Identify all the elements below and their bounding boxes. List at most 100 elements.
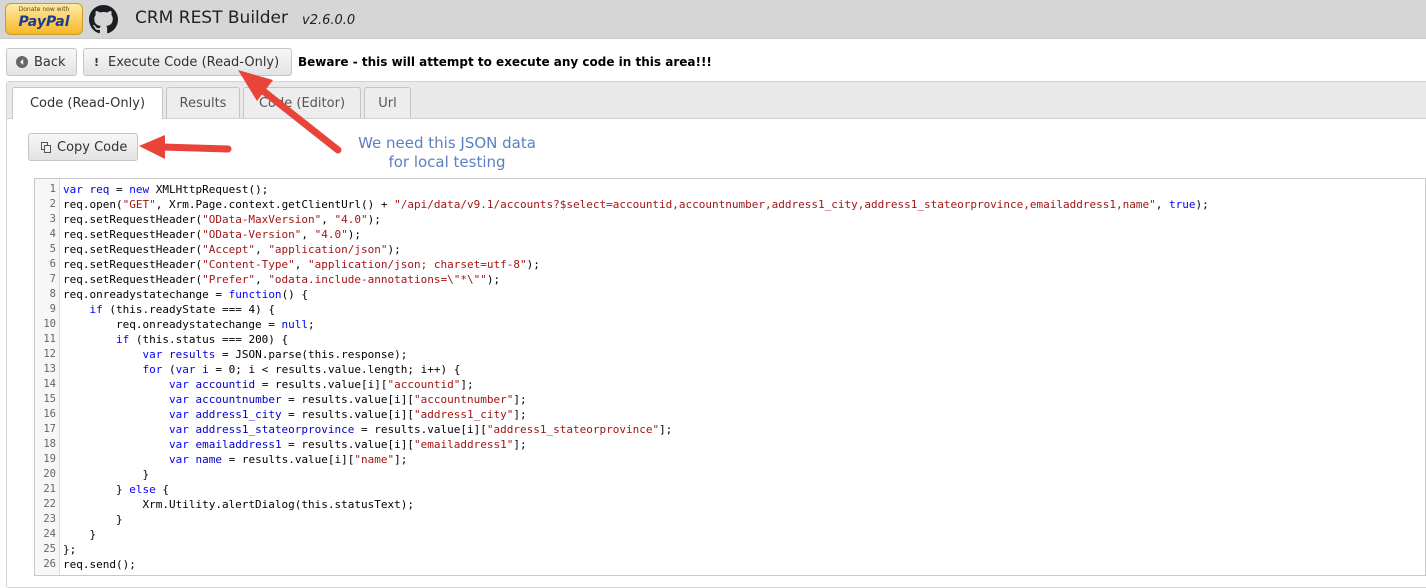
code-line-text: } (63, 468, 150, 481)
app-version: v2.6.0.0 (302, 13, 356, 28)
line-number: 26 (43, 558, 56, 570)
code-line-text: } else { (63, 483, 169, 496)
tab-code-editor[interactable]: Code (Editor) (243, 87, 361, 118)
tab-results[interactable]: Results (166, 87, 240, 118)
annotation-line-1: We need this JSON data (358, 134, 536, 152)
line-number: 21 (43, 483, 56, 495)
code-line: 2 req.open("GET", Xrm.Page.context.getCli… (35, 197, 1425, 212)
code-line: 10 req.onreadystatechange = null; (35, 317, 1425, 332)
code-line: 14 var accountid = results.value[i]["acc… (35, 377, 1425, 392)
code-line-text: Xrm.Utility.alertDialog(this.statusText)… (63, 498, 414, 511)
back-arrow-icon (16, 56, 28, 68)
paypal-logo: PayPal (18, 14, 70, 30)
annotation-note: We need this JSON data for local testing (347, 134, 547, 172)
line-number: 12 (43, 348, 56, 360)
line-number: 23 (43, 513, 56, 525)
line-number: 9 (49, 303, 56, 315)
line-number: 1 (49, 183, 56, 195)
line-number: 20 (43, 468, 56, 480)
tab-code-read-only[interactable]: Code (Read-Only) (12, 87, 163, 119)
alert-icon: ! (94, 55, 100, 69)
line-number: 13 (43, 363, 56, 375)
code-line: 26 req.send(); (35, 557, 1425, 572)
code-line: 23 } (35, 512, 1425, 527)
line-number: 16 (43, 408, 56, 420)
line-number: 6 (49, 258, 56, 270)
code-line-text: var address1_city = results.value[i]["ad… (168, 408, 527, 421)
line-number: 24 (43, 528, 56, 540)
execute-button-label: Execute Code (Read-Only) (108, 54, 280, 70)
back-button[interactable]: Back (6, 48, 77, 76)
code-line: 22 Xrm.Utility.alertDialog(this.statusTe… (35, 497, 1425, 512)
code-line: 3 req.setRequestHeader("OData-MaxVersion"… (35, 212, 1425, 227)
code-line: 13 for (var i = 0; i < results.value.len… (35, 362, 1425, 377)
code-line-text: var req = new XMLHttpRequest(); (63, 183, 269, 196)
code-line: 9 if (this.readyState === 4) { (35, 302, 1425, 317)
copy-code-label: Copy Code (57, 139, 128, 155)
paypal-donate-text: Donate now with (18, 6, 70, 13)
code-line: 16 var address1_city = results.value[i][… (35, 407, 1425, 422)
line-number: 4 (49, 228, 56, 240)
code-line-text: req.onreadystatechange = function() { (63, 288, 309, 301)
code-line-text: req.setRequestHeader("Accept", "applicat… (63, 243, 401, 256)
copy-code-button[interactable]: Copy Code (28, 133, 138, 161)
line-number: 3 (49, 213, 56, 225)
line-number: 14 (43, 378, 56, 390)
code-line-text: var address1_stateorprovince = results.v… (168, 423, 673, 436)
tab-label: Code (Editor) (258, 95, 346, 111)
code-line-text: req.setRequestHeader("Content-Type", "ap… (63, 258, 540, 271)
code-line: 25}; (35, 542, 1425, 557)
code-line: 4 req.setRequestHeader("OData-Version", "… (35, 227, 1425, 242)
tab-label: Results (179, 95, 227, 111)
code-line: 20 } (35, 467, 1425, 482)
code-line: 6 req.setRequestHeader("Content-Type", "a… (35, 257, 1425, 272)
line-number: 2 (49, 198, 56, 210)
code-line: 7 req.setRequestHeader("Prefer", "odata.i… (35, 272, 1425, 287)
tab-label: Code (Read-Only) (29, 96, 146, 111)
code-line-text: var accountid = results.value[i]["accoun… (168, 378, 474, 391)
code-line-text: req.setRequestHeader("Prefer", "odata.in… (63, 273, 501, 286)
line-number: 18 (43, 438, 56, 450)
code-line-text: req.onreadystatechange = null; (63, 318, 315, 331)
code-line: 21 } else { (35, 482, 1425, 497)
copy-icon (41, 141, 51, 153)
code-line: 8 req.onreadystatechange = function() { (35, 287, 1425, 302)
execute-code-button[interactable]: ! Execute Code (Read-Only) (83, 48, 292, 76)
code-line-text: }; (63, 543, 77, 556)
line-number: 8 (49, 288, 56, 300)
code-line-text: var emailaddress1 = results.value[i]["em… (168, 438, 527, 451)
line-number: 5 (49, 243, 56, 255)
code-line-text: } (63, 513, 123, 526)
code-line: 17 var address1_stateorprovince = result… (35, 422, 1425, 437)
code-line: 19 var name = results.value[i]["name"]; (35, 452, 1425, 467)
code-line-text: req.open("GET", Xrm.Page.context.getClie… (63, 198, 1209, 211)
code-line-text: var results = JSON.parse(this.response); (142, 348, 408, 361)
code-line-text: } (63, 528, 97, 541)
paypal-donate-button[interactable]: Donate now with PayPal (5, 3, 83, 35)
code-line-text: var accountnumber = results.value[i]["ac… (168, 393, 527, 406)
line-number: 15 (43, 393, 56, 405)
code-line: 11 if (this.status === 200) { (35, 332, 1425, 347)
back-button-label: Back (34, 54, 66, 70)
code-line: 12 var results = JSON.parse(this.respons… (35, 347, 1425, 362)
line-number: 17 (43, 423, 56, 435)
line-number: 7 (49, 273, 56, 285)
line-number: 25 (43, 543, 56, 555)
code-line: 18 var emailaddress1 = results.value[i][… (35, 437, 1425, 452)
tab-url[interactable]: Url (364, 87, 411, 118)
code-line-text: var name = results.value[i]["name"]; (168, 453, 408, 466)
code-line-text: if (this.status === 200) { (115, 333, 289, 346)
code-line: 1 var req = new XMLHttpRequest(); (35, 182, 1425, 197)
github-icon[interactable] (89, 5, 118, 34)
line-number: 19 (43, 453, 56, 465)
line-number: 22 (43, 498, 56, 510)
app-title: CRM REST Builder (135, 8, 289, 28)
code-line-text: req.send(); (63, 558, 136, 571)
code-line: 24 } (35, 527, 1425, 542)
code-line: 15 var accountnumber = results.value[i][… (35, 392, 1425, 407)
warning-text: Beware - this will attempt to execute an… (298, 55, 712, 69)
code-line-text: req.setRequestHeader("OData-MaxVersion",… (63, 213, 381, 226)
line-number: 10 (43, 318, 56, 330)
code-editor[interactable]: 1 var req = new XMLHttpRequest(); 2 req.ope… (34, 178, 1426, 576)
code-line-text: if (this.readyState === 4) { (89, 303, 275, 316)
